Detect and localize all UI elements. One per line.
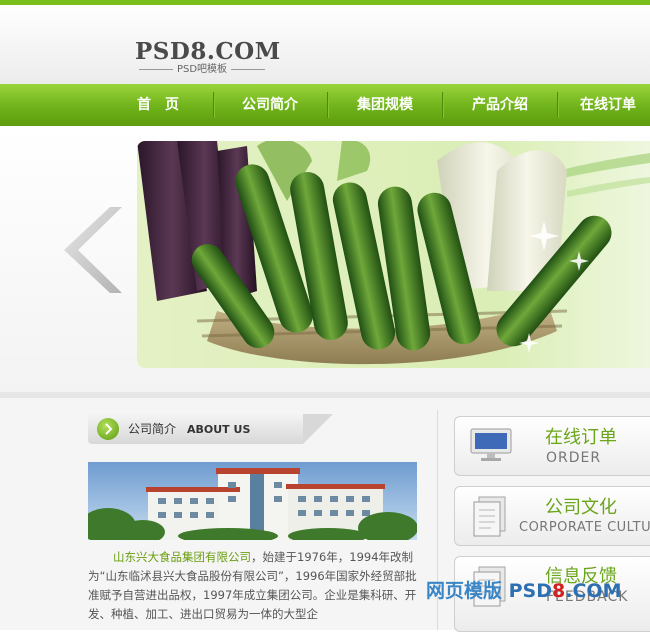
logo[interactable]: PSD8.COM PSD吧模板: [135, 38, 281, 76]
nav-item-order[interactable]: 在线订单: [568, 84, 648, 126]
company-building-photo: [88, 462, 417, 540]
order-button[interactable]: 在线订单 ORDER: [454, 416, 650, 476]
nav-item-home[interactable]: 首 页: [118, 84, 198, 126]
about-title-en: ABOUT US: [187, 423, 251, 436]
company-name-link[interactable]: 山东兴大食品集团有限公司: [113, 550, 251, 564]
order-button-en: ORDER: [546, 450, 602, 466]
culture-button-en: CORPORATE CULTURE: [519, 520, 650, 535]
header: PSD8.COM PSD吧模板: [0, 5, 650, 84]
main-nav: 首 页 公司简介 集团规模 产品介绍 在线订单: [0, 84, 650, 126]
culture-button-cn: 公司文化: [545, 497, 617, 518]
nav-item-products[interactable]: 产品介绍: [455, 84, 545, 126]
arrow-right-circle-icon: [97, 418, 119, 440]
nav-item-scale[interactable]: 集团规模: [340, 84, 430, 126]
banner-image-vegetables[interactable]: [137, 141, 650, 368]
logo-subtitle: PSD吧模板: [127, 64, 277, 76]
nav-item-about[interactable]: 公司简介: [225, 84, 315, 126]
logo-text: PSD8.COM: [135, 38, 281, 65]
nav-separator: [557, 92, 559, 118]
arrow-left-icon[interactable]: [62, 205, 124, 295]
culture-button[interactable]: 公司文化 CORPORATE CULTURE: [454, 486, 650, 546]
nav-separator: [327, 92, 329, 118]
nav-separator: [213, 92, 215, 118]
nav-separator: [442, 92, 444, 118]
watermark: 网页模版 PSD8.COM: [426, 580, 622, 602]
order-button-cn: 在线订单: [545, 427, 617, 448]
about-title-cn: 公司简介: [128, 422, 177, 436]
company-intro-text: 山东兴大食品集团有限公司，始建于1976年，1994年改制为“山东临沭县兴大食品…: [88, 550, 417, 621]
monitor-icon: [469, 427, 513, 467]
document-icon: [471, 495, 511, 543]
